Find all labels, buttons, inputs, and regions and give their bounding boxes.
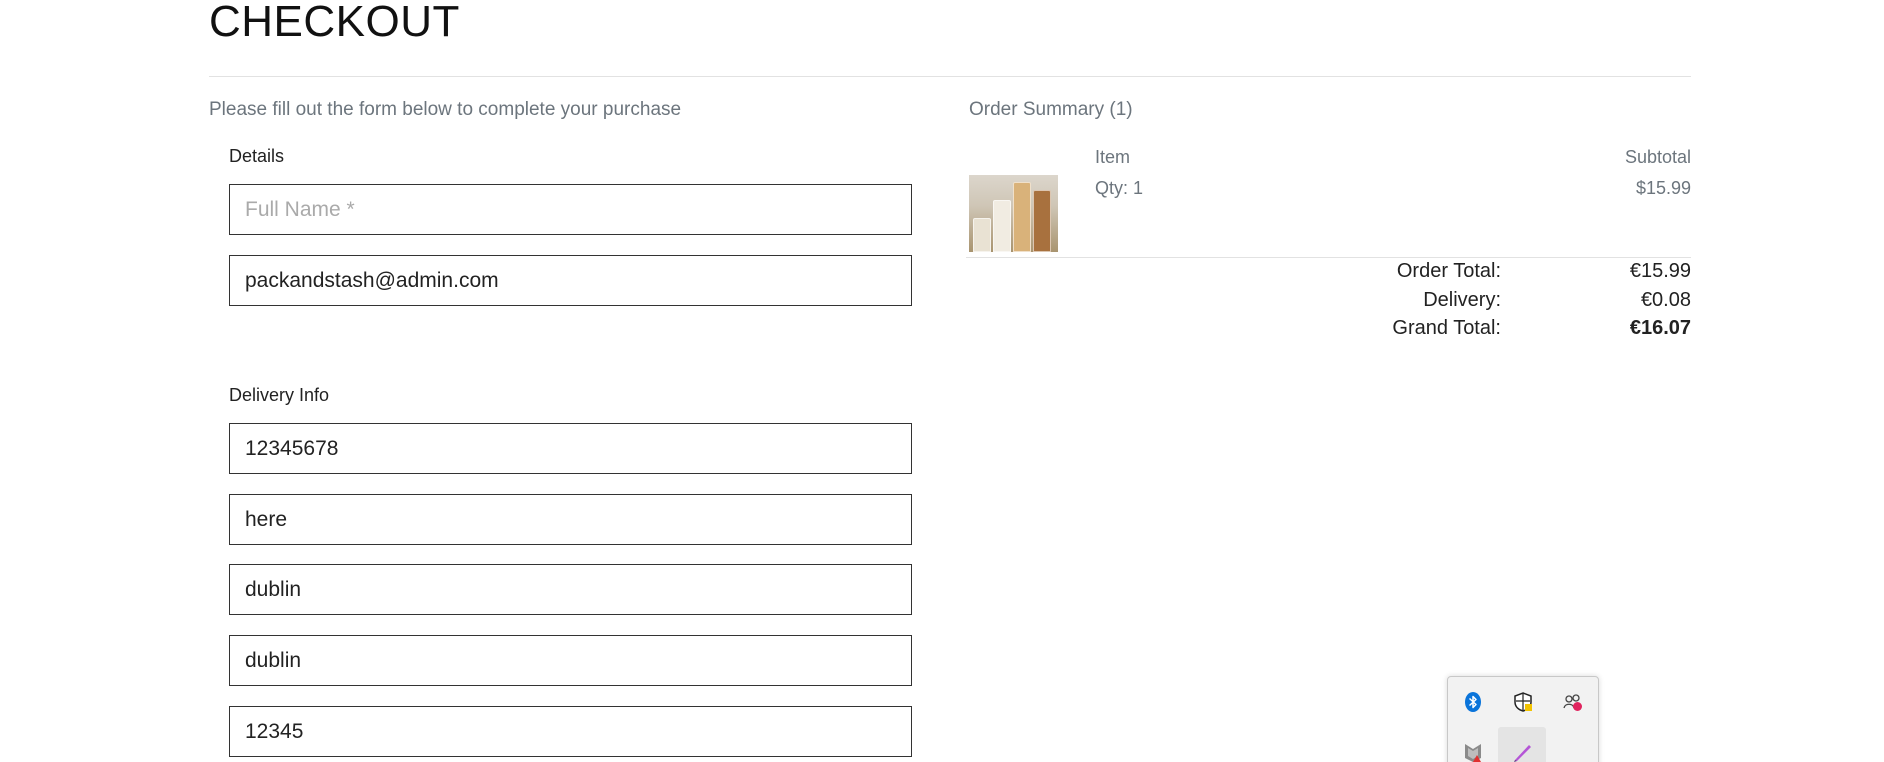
full-name-field[interactable] [229,184,912,235]
county-field[interactable] [229,635,912,686]
grand-total-label: Grand Total: [1392,317,1501,339]
system-tray-overflow [1447,676,1599,762]
phone-number-field[interactable] [229,423,912,474]
checkout-instructions: Please fill out the form below to comple… [209,99,682,120]
order-total-value: €15.99 [1629,260,1691,282]
delivery-info-section-label: Delivery Info [229,385,330,405]
grand-total-value: €16.07 [1629,317,1691,339]
mcafee-icon[interactable] [1461,740,1485,762]
security-shield-icon[interactable] [1511,690,1535,714]
email-field[interactable] [229,255,912,306]
bluetooth-icon[interactable] [1461,690,1485,714]
postcode-field[interactable] [229,706,912,757]
street-address-field[interactable] [229,494,912,545]
order-summary-title: Order Summary (1) [969,99,1133,120]
item-quantity: Qty: 1 [1095,178,1144,198]
title-divider [209,76,1691,77]
details-section-label: Details [229,146,285,166]
meet-now-icon[interactable] [1561,690,1585,714]
order-total-label: Order Total: [1396,260,1501,282]
subtotal-column-header: Subtotal [1624,147,1691,167]
page-title: CHECKOUT [209,0,460,46]
product-image[interactable] [969,175,1058,252]
item-subtotal: $15.99 [1635,178,1691,198]
onenote-pen-icon[interactable] [1511,740,1535,762]
delivery-cost-label: Delivery: [1423,289,1501,311]
summary-divider [966,257,1691,258]
town-city-field[interactable] [229,564,912,615]
item-column-header: Item [1095,147,1131,167]
delivery-cost-value: €0.08 [1640,289,1691,311]
